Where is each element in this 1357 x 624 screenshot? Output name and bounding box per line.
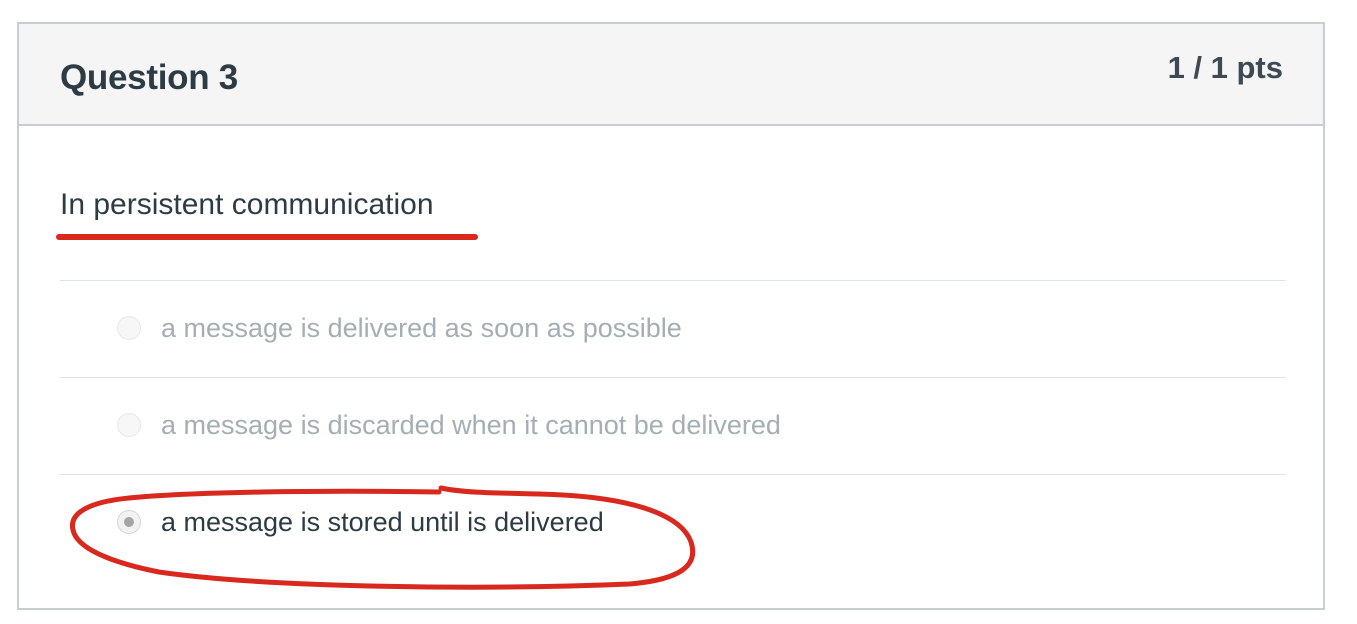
answer-label-1: a message is delivered as soon as possib…	[161, 312, 682, 343]
red-circle-annotation	[69, 485, 696, 590]
question-points: 1 / 1 pts	[1167, 50, 1283, 85]
answer-label-2: a message is discarded when it cannot be…	[161, 409, 781, 440]
answer-divider	[60, 377, 1286, 378]
answer-divider	[60, 474, 1286, 475]
answer-radio-1[interactable]	[117, 316, 141, 340]
question-title: Question 3	[60, 58, 238, 97]
question-card: Question 3 1 / 1 pts In persistent commu…	[17, 22, 1325, 610]
answer-divider	[60, 280, 1286, 281]
red-underline-annotation	[56, 234, 478, 240]
answer-option-1[interactable]: a message is delivered as soon as possib…	[117, 308, 682, 348]
question-text: In persistent communication	[60, 188, 434, 221]
answer-radio-2[interactable]	[117, 413, 141, 437]
question-header: Question 3 1 / 1 pts	[19, 24, 1323, 126]
answer-option-2[interactable]: a message is discarded when it cannot be…	[117, 405, 781, 445]
